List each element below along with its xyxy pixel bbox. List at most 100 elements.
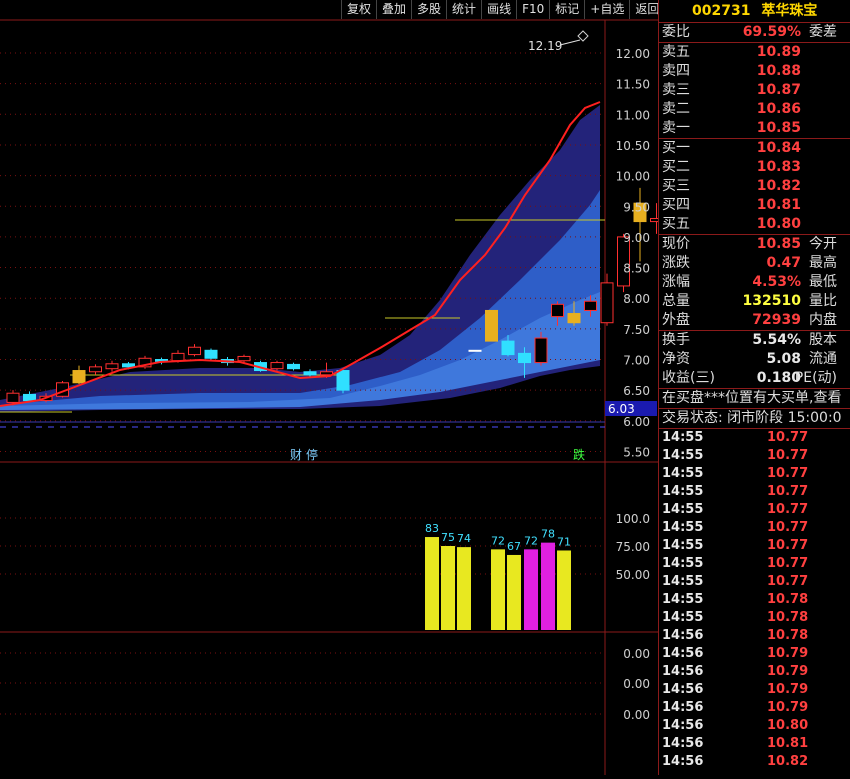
quote-panel: 002731 萃华珠宝 委比 69.59% 委差 卖五 10.89 卖四 10.88 卖… xyxy=(658,0,850,775)
trade-row: 14:56 10.81 xyxy=(659,735,850,753)
high-price-label: 12.19 xyxy=(528,39,562,53)
candle-body xyxy=(600,282,614,324)
candle-body xyxy=(89,366,102,373)
stats1-label2: 最低 xyxy=(809,274,837,290)
asks-row: 卖二 10.86 xyxy=(659,100,850,119)
trade-time: 14:55 xyxy=(662,502,704,517)
bids-value: 10.84 xyxy=(756,140,801,156)
trade-price: 10.79 xyxy=(767,700,809,715)
trade-row: 14:55 10.77 xyxy=(659,519,850,537)
mark-button[interactable]: 标记 xyxy=(549,0,584,19)
volume-data-label: 75 xyxy=(441,531,455,544)
candle-body xyxy=(320,371,333,376)
overlay-button[interactable]: 叠加 xyxy=(376,0,411,19)
trade-price: 10.78 xyxy=(767,628,809,643)
diamond-marker xyxy=(577,30,589,42)
trade-price: 10.77 xyxy=(767,538,809,553)
stats1-row: 涨幅 4.53% 最低 xyxy=(659,273,850,292)
trade-row: 14:55 10.78 xyxy=(659,591,850,609)
bids-label: 买四 xyxy=(662,197,690,213)
trade-time: 14:56 xyxy=(662,718,704,733)
trade-price: 10.79 xyxy=(767,664,809,679)
volume-data-label: 71 xyxy=(557,535,571,548)
trade-price: 10.78 xyxy=(767,610,809,625)
bids-value: 10.82 xyxy=(756,178,801,194)
candle-body xyxy=(188,346,201,356)
candle-body xyxy=(468,349,482,352)
price-tick-label: 8.50 xyxy=(623,262,650,276)
trade-price: 10.77 xyxy=(767,484,809,499)
asks-value: 10.86 xyxy=(756,101,801,117)
ask-list: 卖五 10.89 卖四 10.88 卖三 10.87 卖二 10.86 卖一 10.85 xyxy=(659,43,850,138)
volume-data-label: 72 xyxy=(524,534,538,547)
trade-row: 14:56 10.79 xyxy=(659,645,850,663)
candle-body xyxy=(287,363,300,370)
price-tick-label: 6.00 xyxy=(623,415,650,429)
trade-row: 14:55 10.77 xyxy=(659,447,850,465)
bid-list: 买一 10.84 买二 10.83 买三 10.82 买四 10.81 买五 10.80 xyxy=(659,139,850,234)
trade-price: 10.81 xyxy=(767,736,809,751)
stats1-value: 10.85 xyxy=(756,236,801,252)
multi-stock-button[interactable]: 多股 xyxy=(411,0,446,19)
trade-price: 10.77 xyxy=(767,574,809,589)
stats1-label: 现价 xyxy=(662,236,690,252)
price-tick-label: 10.50 xyxy=(616,139,650,153)
trade-time: 14:56 xyxy=(662,646,704,661)
candle-body xyxy=(485,309,498,342)
volume-data-label: 67 xyxy=(507,540,521,553)
stock-code: 002731 xyxy=(692,3,751,19)
candle-body xyxy=(501,340,515,356)
weibi-label: 委比 xyxy=(662,24,690,40)
volume-data-label: 72 xyxy=(491,534,505,547)
trade-row: 14:55 10.77 xyxy=(659,537,850,555)
add-watchlist-button[interactable]: +自选 xyxy=(584,0,629,19)
trade-price: 10.77 xyxy=(767,556,809,571)
kline-chart[interactable]: 12.00 11.50 11.00 10.50 10.00 9.50 9.00 8.50 8.0… xyxy=(0,0,762,775)
stats1-row: 现价 10.85 今开 xyxy=(659,235,850,254)
asks-value: 10.88 xyxy=(756,63,801,79)
candle-body xyxy=(105,363,119,370)
stock-title: 002731 萃华珠宝 xyxy=(659,0,850,23)
notice-text[interactable]: 在买盘***位置有大买单,查看 xyxy=(659,389,850,408)
stats1-label: 涨跌 xyxy=(662,255,690,271)
asks-value: 10.85 xyxy=(756,120,801,136)
fuquan-button[interactable]: 复权 xyxy=(341,0,376,19)
stats1-label: 总量 xyxy=(662,293,690,309)
trade-row: 14:56 10.82 xyxy=(659,753,850,771)
bids-label: 买二 xyxy=(662,159,690,175)
trade-row: 14:55 10.77 xyxy=(659,483,850,501)
price-tick-label: 7.50 xyxy=(623,323,650,337)
volume-bar xyxy=(507,554,521,630)
bids-row: 买二 10.83 xyxy=(659,158,850,177)
stats1-label: 涨幅 xyxy=(662,274,690,290)
stats1-label2: 最高 xyxy=(809,255,837,271)
stats2-row: 净资 5.08 流通 xyxy=(659,350,850,369)
asks-row: 卖四 10.88 xyxy=(659,62,850,81)
candle-body xyxy=(650,218,663,223)
event-marker-label: 跌 xyxy=(573,447,585,462)
volume-tick-label: 75.00 xyxy=(616,540,650,554)
trade-row: 14:55 10.77 xyxy=(659,465,850,483)
statistics-button[interactable]: 统计 xyxy=(446,0,481,19)
candle-body xyxy=(551,303,564,318)
trade-list[interactable]: 14:55 10.77 14:55 10.77 14:55 10.77 14:55 10.77… xyxy=(659,429,850,771)
f10-button[interactable]: F10 xyxy=(516,0,549,19)
volume-data-label: 74 xyxy=(457,532,471,545)
trade-time: 14:56 xyxy=(662,736,704,751)
trade-time: 14:55 xyxy=(662,610,704,625)
draw-line-button[interactable]: 画线 xyxy=(481,0,516,19)
price-tick-label: 12.00 xyxy=(616,47,650,61)
stats1-value: 4.53% xyxy=(752,274,801,290)
volume-bar xyxy=(557,550,571,630)
stats2-label2: 流通 xyxy=(809,351,837,367)
asks-label: 卖二 xyxy=(662,101,690,117)
price-tick-label: 6.50 xyxy=(623,384,650,398)
trade-row: 14:56 10.79 xyxy=(659,681,850,699)
trade-price: 10.82 xyxy=(767,754,809,769)
chart-area[interactable]: 12.00 11.50 11.00 10.50 10.00 9.50 9.00 8.50 8.0… xyxy=(0,0,762,775)
bids-row: 买四 10.81 xyxy=(659,196,850,215)
bids-value: 10.81 xyxy=(756,197,801,213)
bids-label: 买三 xyxy=(662,178,690,194)
stats-block-2: 换手 5.54% 股本 净资 5.08 流通 收益(三) 0.180 PE(动) xyxy=(659,331,850,388)
indicator-tick-label: 0.00 xyxy=(623,708,650,722)
